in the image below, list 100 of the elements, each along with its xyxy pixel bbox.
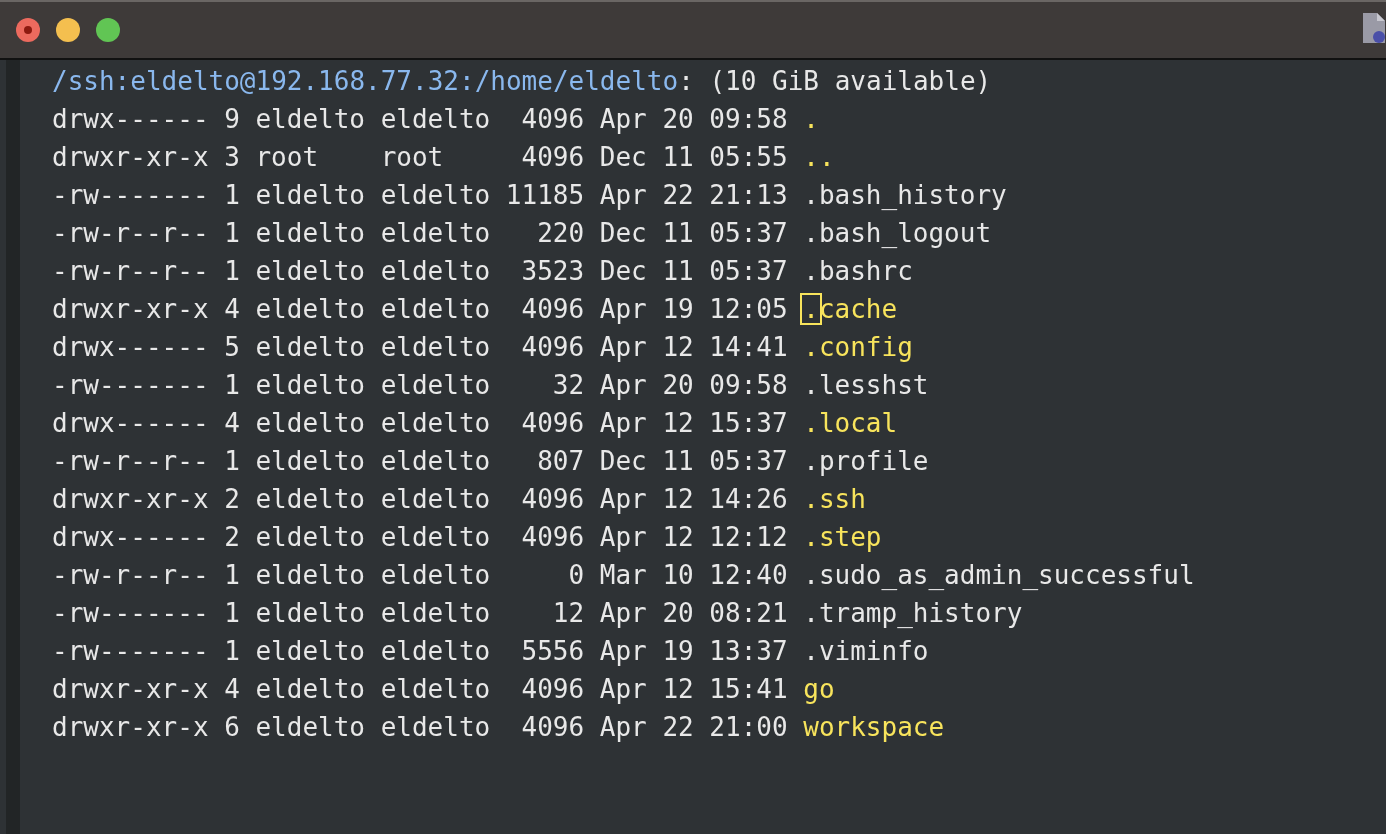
link-count: 1 [224,635,240,668]
file-name[interactable]: .ssh [803,484,866,514]
permissions-text: -rw------- [52,635,209,668]
close-button[interactable] [16,18,40,42]
file-name[interactable]: .local [803,408,898,438]
owner-text: eldelto [255,217,365,250]
file-name[interactable]: workspace [803,712,945,742]
file-name[interactable]: .config [803,332,913,362]
file-size: 807 [536,445,585,478]
file-size: 5556 [520,635,585,668]
permissions-text: drwx------ [52,103,209,136]
group-text: eldelto [380,179,491,212]
file-name[interactable]: .tramp_history [803,598,1023,628]
file-size: 4096 [520,407,585,440]
permissions-text: -rw-r--r-- [52,445,209,478]
group-text: eldelto [380,521,491,554]
file-name[interactable]: .bash_history [803,180,1007,210]
link-count: 3 [224,141,240,174]
group-text: eldelto [380,673,491,706]
directory-path: /ssh:eldelto@192.168.77.32:/home/eldelto [52,65,679,98]
file-size: 12 [551,597,585,630]
owner-text: root [255,141,320,174]
modified-date: Apr 20 08:21 [599,597,788,630]
link-count: 1 [224,559,240,592]
permissions-text: drwxr-xr-x [52,673,209,706]
group-text: eldelto [380,293,491,326]
file-name[interactable]: .lesshst [803,370,929,400]
file-name[interactable]: .step [803,522,882,552]
owner-text: eldelto [255,255,365,288]
modified-date: Apr 12 14:41 [599,331,788,364]
owner-text: eldelto [255,711,365,744]
permissions-text: drwx------ [52,521,209,554]
file-name[interactable]: go [803,674,835,704]
group-text: eldelto [380,597,491,630]
modified-date: Dec 11 05:37 [599,217,788,250]
link-count: 4 [224,293,240,326]
link-count: 1 [224,369,240,402]
document-icon [1362,12,1386,44]
file-size: 4096 [520,483,585,516]
owner-text: eldelto [255,521,365,554]
owner-text: eldelto [255,293,365,326]
file-size: 4096 [520,711,585,744]
file-size: 4096 [520,103,585,136]
owner-text: eldelto [255,407,365,440]
group-text: eldelto [380,255,491,288]
file-size: 4096 [520,521,585,554]
file-name[interactable]: .. [803,142,835,172]
owner-text: eldelto [255,597,365,630]
modified-date: Apr 12 15:41 [599,673,788,706]
minimize-button[interactable] [56,18,80,42]
file-size: 4096 [520,331,585,364]
group-text: eldelto [380,331,491,364]
modified-date: Dec 11 05:37 [599,255,788,288]
permissions-text: drwx------ [52,331,209,364]
file-size: 11185 [505,179,585,212]
permissions-text: -rw------- [52,369,209,402]
modified-date: Dec 11 05:37 [599,445,788,478]
file-name[interactable]: .profile [803,446,929,476]
group-text: eldelto [380,103,491,136]
link-count: 5 [224,331,240,364]
link-count: 1 [224,597,240,630]
file-name[interactable]: .bash_logout [803,218,992,248]
permissions-text: drwx------ [52,407,209,440]
group-text: root [380,141,445,174]
file-size: 4096 [520,141,585,174]
file-name[interactable]: .viminfo [803,636,929,666]
file-name[interactable]: . [803,104,819,134]
modified-date: Dec 11 05:55 [599,141,788,174]
group-text: eldelto [380,445,491,478]
permissions-text: -rw------- [52,597,209,630]
group-text: eldelto [380,217,491,250]
permissions-text: drwxr-xr-x [52,293,209,326]
modified-date: Apr 12 14:26 [599,483,788,516]
file-size: 32 [551,369,585,402]
owner-text: eldelto [255,559,365,592]
modified-date: Apr 22 21:00 [599,711,788,744]
owner-text: eldelto [255,483,365,516]
file-name[interactable]: .sudo_as_admin_successful [803,560,1195,590]
file-size: 220 [536,217,585,250]
link-count: 6 [224,711,240,744]
modified-date: Apr 20 09:58 [599,103,788,136]
zoom-button[interactable] [96,18,120,42]
permissions-text: -rw-r--r-- [52,255,209,288]
owner-text: eldelto [255,369,365,402]
owner-text: eldelto [255,445,365,478]
owner-text: eldelto [255,635,365,668]
group-text: eldelto [380,483,491,516]
modified-date: Apr 19 13:37 [599,635,788,668]
link-count: 1 [224,445,240,478]
group-text: eldelto [380,407,491,440]
link-count: 1 [224,179,240,212]
permissions-text: -rw-r--r-- [52,217,209,250]
link-count: 2 [224,521,240,554]
group-text: eldelto [380,711,491,744]
file-name[interactable]: .bashrc [803,256,913,286]
link-count: 9 [224,103,240,136]
modified-date: Apr 19 12:05 [599,293,788,326]
link-count: 1 [224,217,240,250]
permissions-text: drwxr-xr-x [52,141,209,174]
modified-date: Apr 20 09:58 [599,369,788,402]
